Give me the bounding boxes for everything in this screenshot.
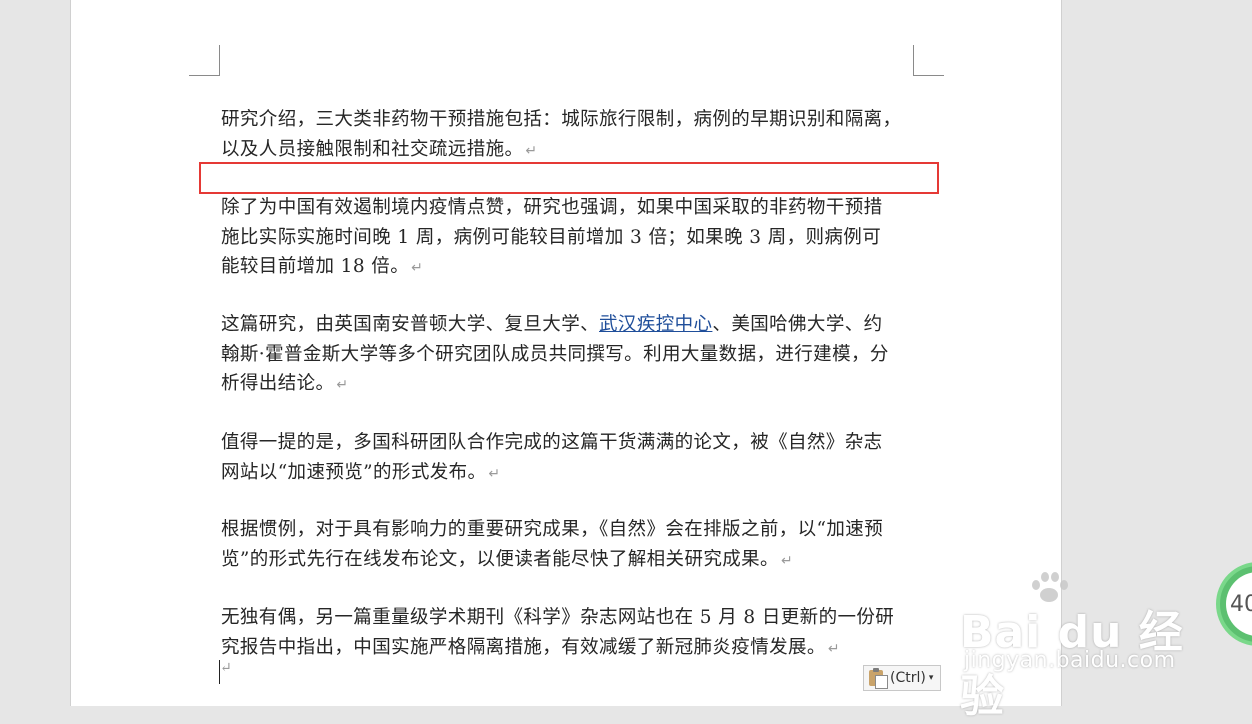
baidu-jingyan-watermark: Bai du 经验 jingyan.baidu.com (960, 570, 1200, 722)
paragraph-2[interactable]: 除了为中国有效遏制境内疫情点赞，研究也强调，如果中国采取的非药物干预措 施比实际… (221, 193, 921, 284)
paragraph-3[interactable]: 这篇研究，由英国南安普顿大学、复旦大学、武汉疾控中心、美国哈佛大学、约 翰斯·霍… (221, 310, 921, 401)
paragraph-6[interactable]: 无独有偶，另一篇重量级学术期刊《科学》杂志网站也在 5 月 8 日更新的一份研 … (221, 603, 921, 664)
text-line: 览”的形式先行在线发布论文，以便读者能尽快了解相关研究成果。 ↵ (221, 548, 794, 570)
clipboard-icon (868, 668, 888, 689)
text-line: 究报告中指出，中国实施严格隔离措施，有效减缓了新冠肺炎疫情发展。 ↵ (221, 636, 840, 658)
text-line: 值得一提的是，多国科研团队合作完成的这篇干货满满的论文，被《自然》杂志 (221, 432, 883, 453)
paragraph-mark: ↵ (780, 552, 794, 569)
paragraph-5[interactable]: 根据惯例，对于具有影响力的重要研究成果，《自然》会在排版之前，以“加速预 览”的… (221, 515, 921, 576)
paragraph-mark: ↵ (220, 660, 232, 676)
text-line: 根据惯例，对于具有影响力的重要研究成果，《自然》会在排版之前，以“加速预 (221, 519, 884, 540)
text-line: 施比实际实施时间晚 1 周，病例可能较目前增加 3 倍；如果晚 3 周，则病例可 (221, 226, 882, 248)
text-line: 除了为中国有效遏制境内疫情点赞，研究也强调，如果中国采取的非药物干预措 (221, 197, 883, 218)
watermark-url: jingyan.baidu.com (964, 648, 1176, 673)
paragraph-mark: ↵ (411, 260, 424, 276)
text-line: 析得出结论。 ↵ (221, 373, 349, 394)
chevron-down-icon: ▾ (928, 673, 934, 683)
paste-options-button[interactable]: (Ctrl) ▾ (863, 665, 941, 691)
paragraph-4[interactable]: 值得一提的是，多国科研团队合作完成的这篇干货满满的论文，被《自然》杂志 网站以“… (221, 428, 921, 489)
paragraph-mark: ↵ (336, 377, 349, 393)
text-line: 能较目前增加 18 倍。 ↵ (221, 256, 424, 277)
paragraph-1[interactable]: 研究介绍，三大类非药物干预措施包括：城际旅行限制，病例的早期识别和隔离， 以及人… (221, 105, 921, 166)
text-line: 翰斯·霍普金斯大学等多个研究团队成员共同撰写。利用大量数据，进行建模，分 (221, 343, 889, 365)
text-line: 网站以“加速预览”的形式发布。 ↵ (221, 461, 501, 483)
text-line: 无独有偶，另一篇重量级学术期刊《科学》杂志网站也在 5 月 8 日更新的一份研 (221, 607, 895, 628)
progress-badge[interactable]: 40 (1216, 562, 1252, 646)
highlight-box-empty-line (199, 162, 939, 194)
margin-corner-top-left (189, 45, 220, 76)
paste-options-label: (Ctrl) (890, 670, 926, 686)
paragraph-mark: ↵ (525, 142, 538, 159)
document-page[interactable]: 研究介绍，三大类非药物干预措施包括：城际旅行限制，病例的早期识别和隔离， 以及人… (70, 0, 1062, 706)
paragraph-mark: ↵ (827, 640, 840, 657)
margin-corner-top-right (913, 45, 944, 76)
badge-value: 40 (1226, 572, 1252, 636)
paragraph-mark: ↵ (488, 465, 501, 482)
hyperlink-wuhan-cdc[interactable]: 武汉疾控中心 (599, 314, 712, 335)
text-line: 这篇研究，由英国南安普顿大学、复旦大学、武汉疾控中心、美国哈佛大学、约 (221, 314, 883, 335)
text-line: 研究介绍，三大类非药物干预措施包括：城际旅行限制，病例的早期识别和隔离， (221, 109, 902, 130)
